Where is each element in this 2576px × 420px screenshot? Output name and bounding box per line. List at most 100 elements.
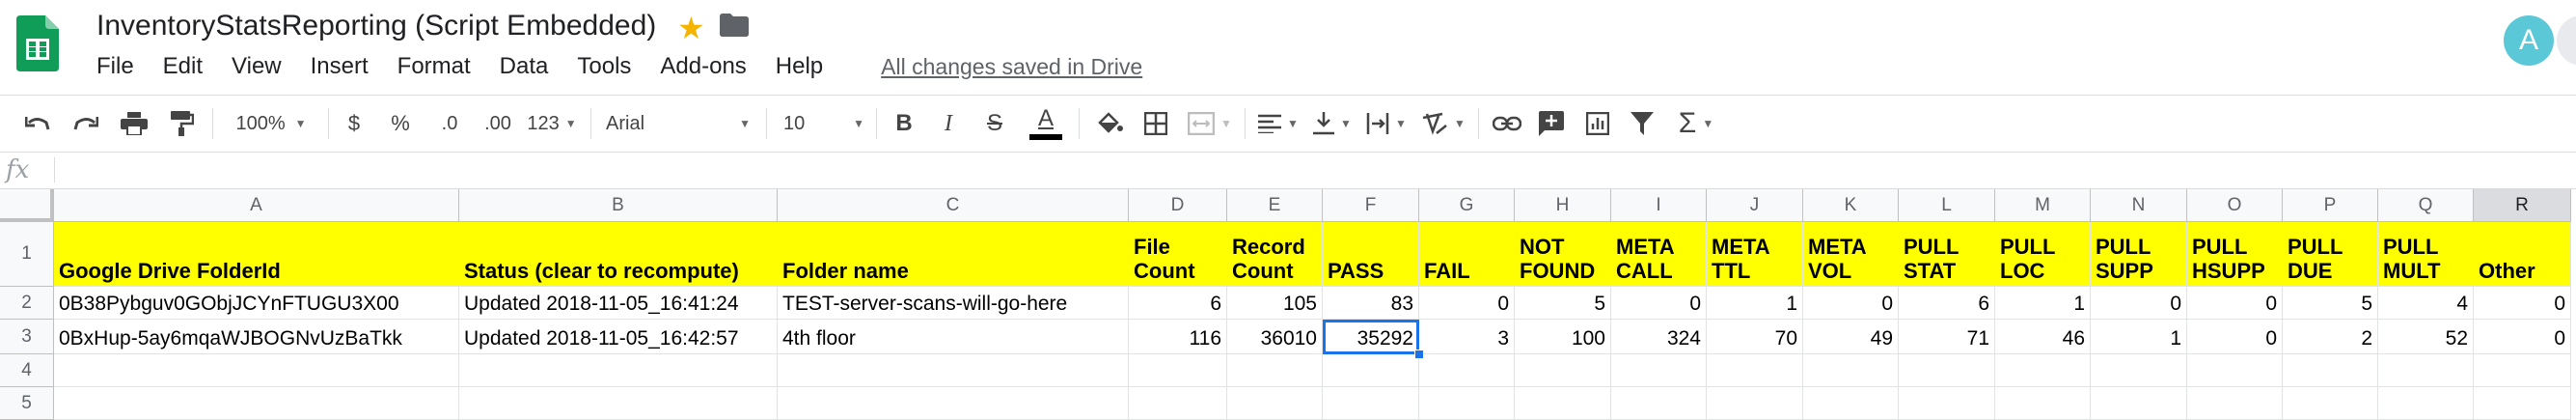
cell-o5[interactable] <box>2187 387 2283 420</box>
row-header-2[interactable]: 2 <box>0 287 54 320</box>
cell-c3[interactable]: 4th floor <box>778 320 1129 354</box>
header-cell-o1[interactable]: PULL HSUPP <box>2187 222 2283 287</box>
column-header-k[interactable]: K <box>1803 189 1899 222</box>
header-cell-r1[interactable]: Other <box>2474 222 2571 287</box>
cell-c4[interactable] <box>778 354 1129 387</box>
merge-cells-icon[interactable]: ▼ <box>1183 96 1237 152</box>
cell-k3[interactable]: 49 <box>1803 320 1899 354</box>
cell-j5[interactable] <box>1707 387 1803 420</box>
menu-view[interactable]: View <box>232 53 282 80</box>
paint-format-icon[interactable] <box>166 96 199 152</box>
cell-q2[interactable]: 4 <box>2378 287 2474 320</box>
user-avatar[interactable]: A <box>2504 15 2554 66</box>
sheets-logo-icon[interactable] <box>16 15 59 71</box>
cell-o3[interactable]: 0 <box>2187 320 2283 354</box>
column-header-j[interactable]: J <box>1707 189 1803 222</box>
cell-r3[interactable]: 0 <box>2474 320 2571 354</box>
menu-insert[interactable]: Insert <box>311 53 369 80</box>
menu-help[interactable]: Help <box>776 53 823 80</box>
header-cell-d1[interactable]: File Count <box>1129 222 1227 287</box>
cell-l5[interactable] <box>1899 387 1995 420</box>
cell-a3[interactable]: 0BxHup-5ay6mqaWJBOGNvUzBaTkk <box>54 320 459 354</box>
cell-g5[interactable] <box>1419 387 1515 420</box>
text-color-button[interactable]: A <box>1027 96 1065 152</box>
header-cell-q1[interactable]: PULL MULT <box>2378 222 2474 287</box>
cell-r2[interactable]: 0 <box>2474 287 2571 320</box>
menu-data[interactable]: Data <box>500 53 549 80</box>
cell-r5[interactable] <box>2474 387 2571 420</box>
cell-d2[interactable]: 6 <box>1129 287 1227 320</box>
header-cell-g1[interactable]: FAIL <box>1419 222 1515 287</box>
cell-j2[interactable]: 1 <box>1707 287 1803 320</box>
cell-c5[interactable] <box>778 387 1129 420</box>
cell-k4[interactable] <box>1803 354 1899 387</box>
filter-icon[interactable] <box>1625 96 1659 152</box>
cell-h3[interactable]: 100 <box>1515 320 1611 354</box>
cell-h5[interactable] <box>1515 387 1611 420</box>
column-header-r[interactable]: R <box>2474 189 2571 222</box>
undo-icon[interactable] <box>21 96 54 152</box>
document-title[interactable]: InventoryStatsReporting (Script Embedded… <box>96 10 656 42</box>
strikethrough-button[interactable]: S <box>978 96 1011 152</box>
cell-b3[interactable]: Updated 2018-11-05_16:42:57 <box>459 320 778 354</box>
header-cell-m1[interactable]: PULL LOC <box>1995 222 2091 287</box>
cell-f3[interactable]: 35292 <box>1323 320 1419 354</box>
cell-d5[interactable] <box>1129 387 1227 420</box>
cell-k5[interactable] <box>1803 387 1899 420</box>
insert-link-icon[interactable] <box>1490 96 1524 152</box>
cell-g3[interactable]: 3 <box>1419 320 1515 354</box>
currency-format-button[interactable]: $ <box>340 96 369 152</box>
column-header-q[interactable]: Q <box>2378 189 2474 222</box>
insert-chart-icon[interactable] <box>1580 96 1615 152</box>
increase-decimal-button[interactable]: .00 <box>477 96 519 152</box>
column-header-g[interactable]: G <box>1419 189 1515 222</box>
cell-f2[interactable]: 83 <box>1323 287 1419 320</box>
text-wrapping-icon[interactable]: ▼ <box>1362 96 1411 152</box>
cell-q4[interactable] <box>2378 354 2474 387</box>
header-cell-e1[interactable]: Record Count <box>1227 222 1323 287</box>
cell-g4[interactable] <box>1419 354 1515 387</box>
font-size-select[interactable]: 10 ▼ <box>783 96 864 152</box>
column-header-f[interactable]: F <box>1323 189 1419 222</box>
print-icon[interactable] <box>118 96 151 152</box>
cell-a2[interactable]: 0B38Pybguv0GObjJCYnFTUGU3X00 <box>54 287 459 320</box>
cell-e4[interactable] <box>1227 354 1323 387</box>
cell-m2[interactable]: 1 <box>1995 287 2091 320</box>
cell-i2[interactable]: 0 <box>1611 287 1707 320</box>
column-header-n[interactable]: N <box>2091 189 2187 222</box>
cell-n2[interactable]: 0 <box>2091 287 2187 320</box>
borders-icon[interactable] <box>1138 96 1173 152</box>
fill-handle[interactable] <box>1414 350 1424 359</box>
cell-n3[interactable]: 1 <box>2091 320 2187 354</box>
select-all-corner[interactable] <box>0 189 54 222</box>
cell-f5[interactable] <box>1323 387 1419 420</box>
save-status-link[interactable]: All changes saved in Drive <box>881 54 1142 80</box>
zoom-select[interactable]: 100% ▼ <box>228 96 315 152</box>
column-header-h[interactable]: H <box>1515 189 1611 222</box>
star-icon[interactable]: ★ <box>677 10 705 46</box>
cell-p2[interactable]: 5 <box>2283 287 2378 320</box>
column-header-b[interactable]: B <box>459 189 778 222</box>
header-cell-n1[interactable]: PULL SUPP <box>2091 222 2187 287</box>
cell-a5[interactable] <box>54 387 459 420</box>
cell-d4[interactable] <box>1129 354 1227 387</box>
functions-icon[interactable]: Σ ▼ <box>1669 96 1723 152</box>
folder-icon[interactable] <box>720 14 749 37</box>
header-cell-h1[interactable]: NOT FOUND <box>1515 222 1611 287</box>
cell-k2[interactable]: 0 <box>1803 287 1899 320</box>
redo-icon[interactable] <box>69 96 102 152</box>
header-cell-b1[interactable]: Status (clear to recompute) <box>459 222 778 287</box>
header-cell-j1[interactable]: META TTL <box>1707 222 1803 287</box>
cell-n5[interactable] <box>2091 387 2187 420</box>
cell-b4[interactable] <box>459 354 778 387</box>
cell-q5[interactable] <box>2378 387 2474 420</box>
bold-button[interactable]: B <box>888 96 920 152</box>
menu-file[interactable]: File <box>96 53 134 80</box>
cell-j4[interactable] <box>1707 354 1803 387</box>
cell-p4[interactable] <box>2283 354 2378 387</box>
cell-e2[interactable]: 105 <box>1227 287 1323 320</box>
cell-i4[interactable] <box>1611 354 1707 387</box>
cell-m5[interactable] <box>1995 387 2091 420</box>
cell-f4[interactable] <box>1323 354 1419 387</box>
cell-b2[interactable]: Updated 2018-11-05_16:41:24 <box>459 287 778 320</box>
